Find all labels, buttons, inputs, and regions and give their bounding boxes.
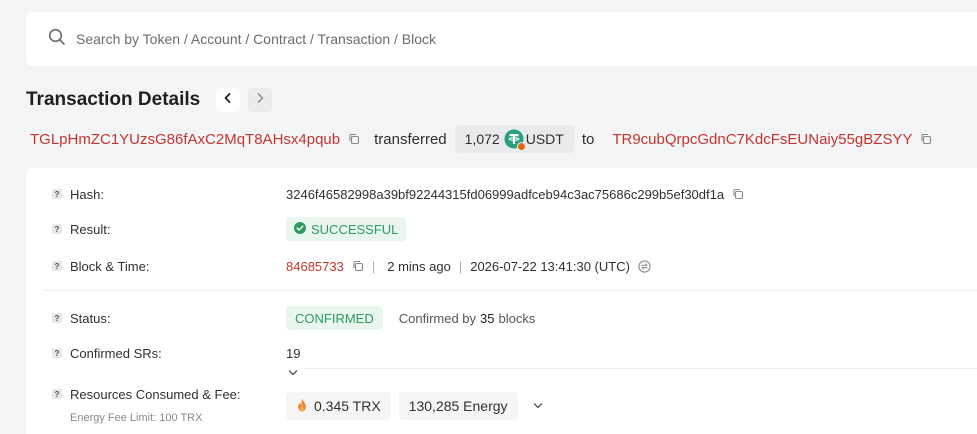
- search-input[interactable]: [76, 31, 776, 47]
- help-icon[interactable]: ?: [52, 261, 62, 271]
- amount-chip: 1,072 USDT: [454, 125, 574, 153]
- help-icon[interactable]: ?: [52, 224, 62, 234]
- hash-row: ? Hash: 3246f46582998a39bf92244315fd0699…: [26, 184, 977, 204]
- chevron-left-icon: [222, 91, 234, 109]
- check-circle-icon: [294, 221, 311, 237]
- amount-value: 1,072: [464, 131, 500, 147]
- confirmed-count: 35: [480, 310, 495, 326]
- next-transaction-button[interactable]: [248, 88, 273, 112]
- help-icon[interactable]: ?: [52, 348, 62, 358]
- flame-icon: [296, 398, 314, 415]
- status-badge: CONFIRMED: [286, 306, 383, 330]
- block-time-row: ? Block & Time: 84685733 | 2 mins ago | …: [26, 256, 977, 276]
- trx-fee-value: 0.345 TRX: [314, 398, 381, 414]
- copy-icon[interactable]: [352, 260, 364, 272]
- block-number-link[interactable]: 84685733: [286, 259, 344, 274]
- usdt-token-icon: [504, 129, 526, 151]
- copy-icon[interactable]: [348, 133, 360, 145]
- hash-label: Hash:: [70, 186, 104, 202]
- time-ago: 2 mins ago: [387, 258, 451, 274]
- confirmed-by-text: Confirmed by: [398, 310, 477, 326]
- transferred-text: transferred: [374, 130, 447, 148]
- hash-value: 3246f46582998a39bf92244315fd06999adfceb9…: [286, 186, 725, 202]
- confirmed-blocks-text: blocks: [498, 310, 536, 326]
- result-badge: SUCCESSFUL: [286, 217, 407, 241]
- separator: |: [458, 258, 463, 274]
- help-icon[interactable]: ?: [52, 189, 62, 199]
- section-divider: [44, 290, 977, 291]
- expand-srs-chevron-down-icon[interactable]: [287, 367, 299, 379]
- result-label: Result:: [70, 221, 111, 237]
- page-title: Transaction Details: [26, 89, 201, 110]
- transfer-summary: TGLpHmZC1YUzsG86fAxC2MqT8AHsx4pqub trans…: [30, 125, 932, 153]
- help-icon[interactable]: ?: [52, 313, 62, 323]
- result-value: SUCCESSFUL: [311, 221, 399, 237]
- section-divider: [304, 368, 977, 369]
- confirmed-srs-value: 19: [286, 345, 301, 361]
- separator: |: [371, 258, 376, 274]
- status-value: CONFIRMED: [295, 310, 374, 326]
- to-text: to: [581, 130, 595, 148]
- from-address-link[interactable]: TGLpHmZC1YUzsG86fAxC2MqT8AHsx4pqub: [30, 131, 340, 148]
- trx-fee-chip: 0.345 TRX: [286, 392, 391, 420]
- transaction-details-card: ? Hash: 3246f46582998a39bf92244315fd0699…: [26, 168, 977, 434]
- search-icon: [48, 28, 66, 51]
- confirmed-srs-row: ? Confirmed SRs: 19: [26, 343, 977, 363]
- energy-value: 130,285 Energy: [408, 398, 508, 414]
- confirmed-srs-label: Confirmed SRs:: [70, 345, 162, 361]
- prev-transaction-button[interactable]: [216, 88, 241, 112]
- result-row: ? Result: SUCCESSFUL: [26, 217, 977, 241]
- block-datetime: 2026-07-22 13:41:30 (UTC): [470, 258, 630, 274]
- token-symbol-link[interactable]: USDT: [526, 131, 564, 147]
- resources-values: 0.345 TRX 130,285 Energy: [26, 392, 977, 420]
- copy-icon[interactable]: [732, 188, 744, 200]
- to-address-link[interactable]: TR9cubQrpcGdnC7KdcFsEUNaiy55gBZSYY: [612, 131, 912, 148]
- block-time-label: Block & Time:: [70, 258, 150, 274]
- switch-timezone-icon[interactable]: [638, 259, 651, 273]
- energy-chip: 130,285 Energy: [398, 392, 518, 420]
- chevron-right-icon: [254, 91, 266, 109]
- title-row: Transaction Details: [26, 88, 273, 112]
- expand-resources-chevron-down-icon[interactable]: [532, 400, 544, 412]
- status-row: ? Status: CONFIRMED Confirmed by 35 bloc…: [26, 306, 977, 330]
- copy-icon[interactable]: [920, 133, 932, 145]
- status-label: Status:: [70, 310, 111, 326]
- search-bar[interactable]: [26, 12, 977, 66]
- token-badge-icon: [516, 142, 526, 151]
